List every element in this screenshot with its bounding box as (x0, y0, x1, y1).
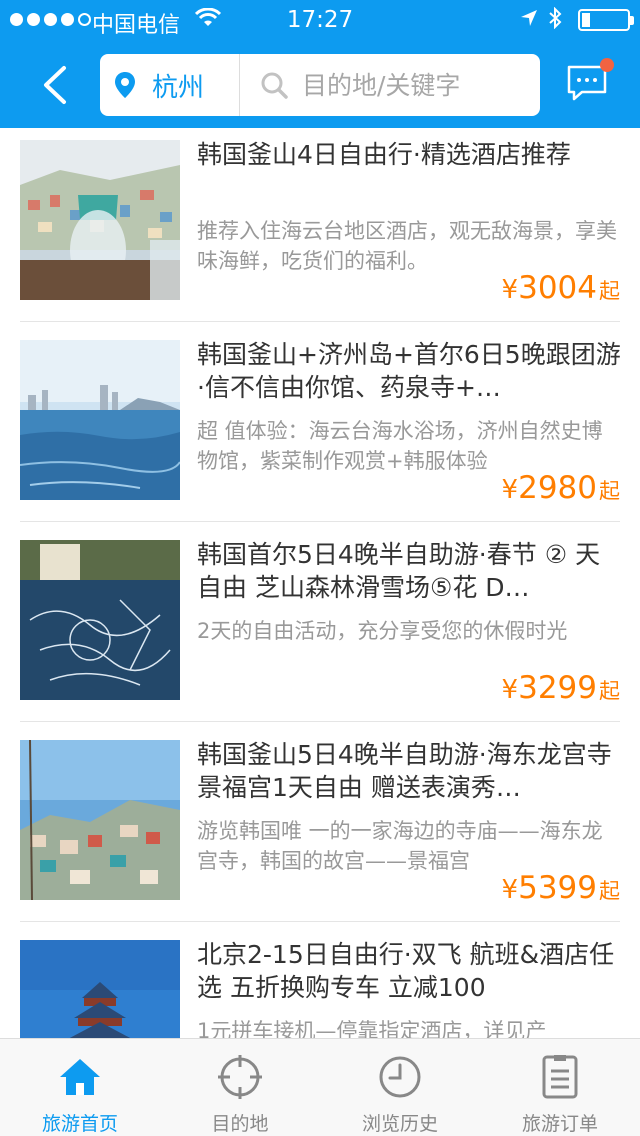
message-badge (600, 58, 614, 72)
city-name: 杭州 (152, 72, 205, 103)
back-button[interactable] (30, 60, 80, 110)
product-thumbnail (20, 340, 180, 500)
crosshair-icon (218, 1055, 262, 1099)
location-arrow-icon (520, 8, 538, 32)
product-thumbnail (20, 940, 180, 1038)
chevron-left-icon (44, 66, 66, 104)
search-input[interactable] (302, 70, 522, 100)
search-icon (261, 72, 288, 99)
price-suffix: 起 (599, 279, 620, 303)
product-list: 韩国釜山4日自由行·精选酒店推荐 推荐入住海云台地区酒店，观无敌海景，享美味海鲜… (0, 128, 640, 1038)
price-value: 2980 (518, 470, 597, 506)
order-list-icon (542, 1055, 578, 1099)
top-bar: 中国电信 17:27 杭州 (0, 0, 640, 128)
product-title: 韩国首尔5日4晚半自助游·春节 ② 天自由 芝山森林滑雪场⑤花 D… (197, 540, 601, 602)
price-suffix: 起 (599, 879, 620, 903)
search-bar: 杭州 (100, 54, 540, 116)
divider (20, 921, 620, 922)
price-value: 3299 (518, 670, 597, 706)
city-selector[interactable]: 杭州 (100, 54, 240, 116)
divider (20, 521, 620, 522)
price-currency: ¥ (501, 875, 519, 905)
status-time: 17:27 (286, 7, 354, 33)
search-field-wrapper[interactable] (240, 70, 540, 100)
product-description: 2天的自由活动，充分享受您的休假时光 (197, 619, 568, 643)
product-description: 推荐入住海云台地区酒店，观无敌海景，享美味海鲜，吃货们的福利。 (197, 219, 617, 273)
divider (20, 321, 620, 322)
divider (20, 721, 620, 722)
tab-label: 目的地 (211, 1113, 269, 1135)
tab-home[interactable]: 旅游首页 (0, 1039, 160, 1136)
product-price: ¥ 3004 起 (502, 270, 620, 306)
price-suffix: 起 (599, 479, 620, 503)
product-title: 北京2-15日自由行·双飞 航班&酒店任选 五折换购专车 立减100 (197, 940, 615, 1002)
price-suffix: 起 (599, 679, 620, 703)
location-pin-icon (115, 72, 135, 98)
tab-label: 旅游订单 (521, 1113, 598, 1135)
tab-label: 浏览历史 (361, 1113, 438, 1135)
price-currency: ¥ (501, 675, 519, 705)
list-item[interactable]: 韩国釜山+济州岛+首尔6日5晚跟团游·信不信由你馆、药泉寺+… 超 值体验：海云… (0, 328, 640, 528)
tab-destination[interactable]: 目的地 (160, 1039, 320, 1136)
battery-icon (578, 9, 634, 31)
product-price: ¥ 5399 起 (502, 870, 620, 906)
tab-label: 旅游首页 (41, 1113, 118, 1135)
list-item[interactable]: 北京2-15日自由行·双飞 航班&酒店任选 五折换购专车 立减100 1元拼车接… (0, 928, 640, 1038)
clock-icon (379, 1056, 421, 1098)
price-currency: ¥ (501, 475, 519, 505)
list-item[interactable]: 韩国首尔5日4晚半自助游·春节 ② 天自由 芝山森林滑雪场⑤花 D… 2天的自由… (0, 528, 640, 728)
bottom-tab-bar: 旅游首页 目的地 浏览历史 旅游订单 (0, 1038, 640, 1136)
list-item[interactable]: 韩国釜山5日4晚半自助游·海东龙宫寺 景福宫1天自由 赠送表演秀… 游览韩国唯 … (0, 728, 640, 928)
product-price: ¥ 3299 起 (502, 670, 620, 706)
product-title: 韩国釜山4日自由行·精选酒店推荐 (197, 140, 571, 169)
product-description: 超 值体验：海云台海水浴场，济州自然史博物馆，紫菜制作观赏+韩服体验 (197, 419, 603, 473)
product-thumbnail (20, 740, 180, 900)
price-value: 3004 (518, 270, 597, 306)
tab-orders[interactable]: 旅游订单 (480, 1039, 640, 1136)
product-price: ¥ 2980 起 (502, 470, 620, 506)
product-description: 1元拼车接机—停靠指定酒店，详见产 (197, 1019, 547, 1038)
product-description: 游览韩国唯 一的一家海边的寺庙——海东龙宫寺，韩国的故宫——景福宫 (197, 819, 603, 873)
bluetooth-icon (548, 6, 562, 34)
status-bar: 中国电信 17:27 (0, 0, 640, 40)
product-thumbnail (20, 140, 180, 300)
price-value: 5399 (518, 870, 597, 906)
tab-history[interactable]: 浏览历史 (320, 1039, 480, 1136)
product-thumbnail (20, 540, 180, 700)
home-icon (60, 1059, 100, 1095)
list-item[interactable]: 韩国釜山4日自由行·精选酒店推荐 推荐入住海云台地区酒店，观无敌海景，享美味海鲜… (0, 128, 640, 328)
product-title: 韩国釜山+济州岛+首尔6日5晚跟团游·信不信由你馆、药泉寺+… (197, 340, 621, 402)
product-title: 韩国釜山5日4晚半自助游·海东龙宫寺 景福宫1天自由 赠送表演秀… (197, 740, 612, 802)
price-currency: ¥ (501, 275, 519, 305)
message-button[interactable] (566, 58, 614, 104)
